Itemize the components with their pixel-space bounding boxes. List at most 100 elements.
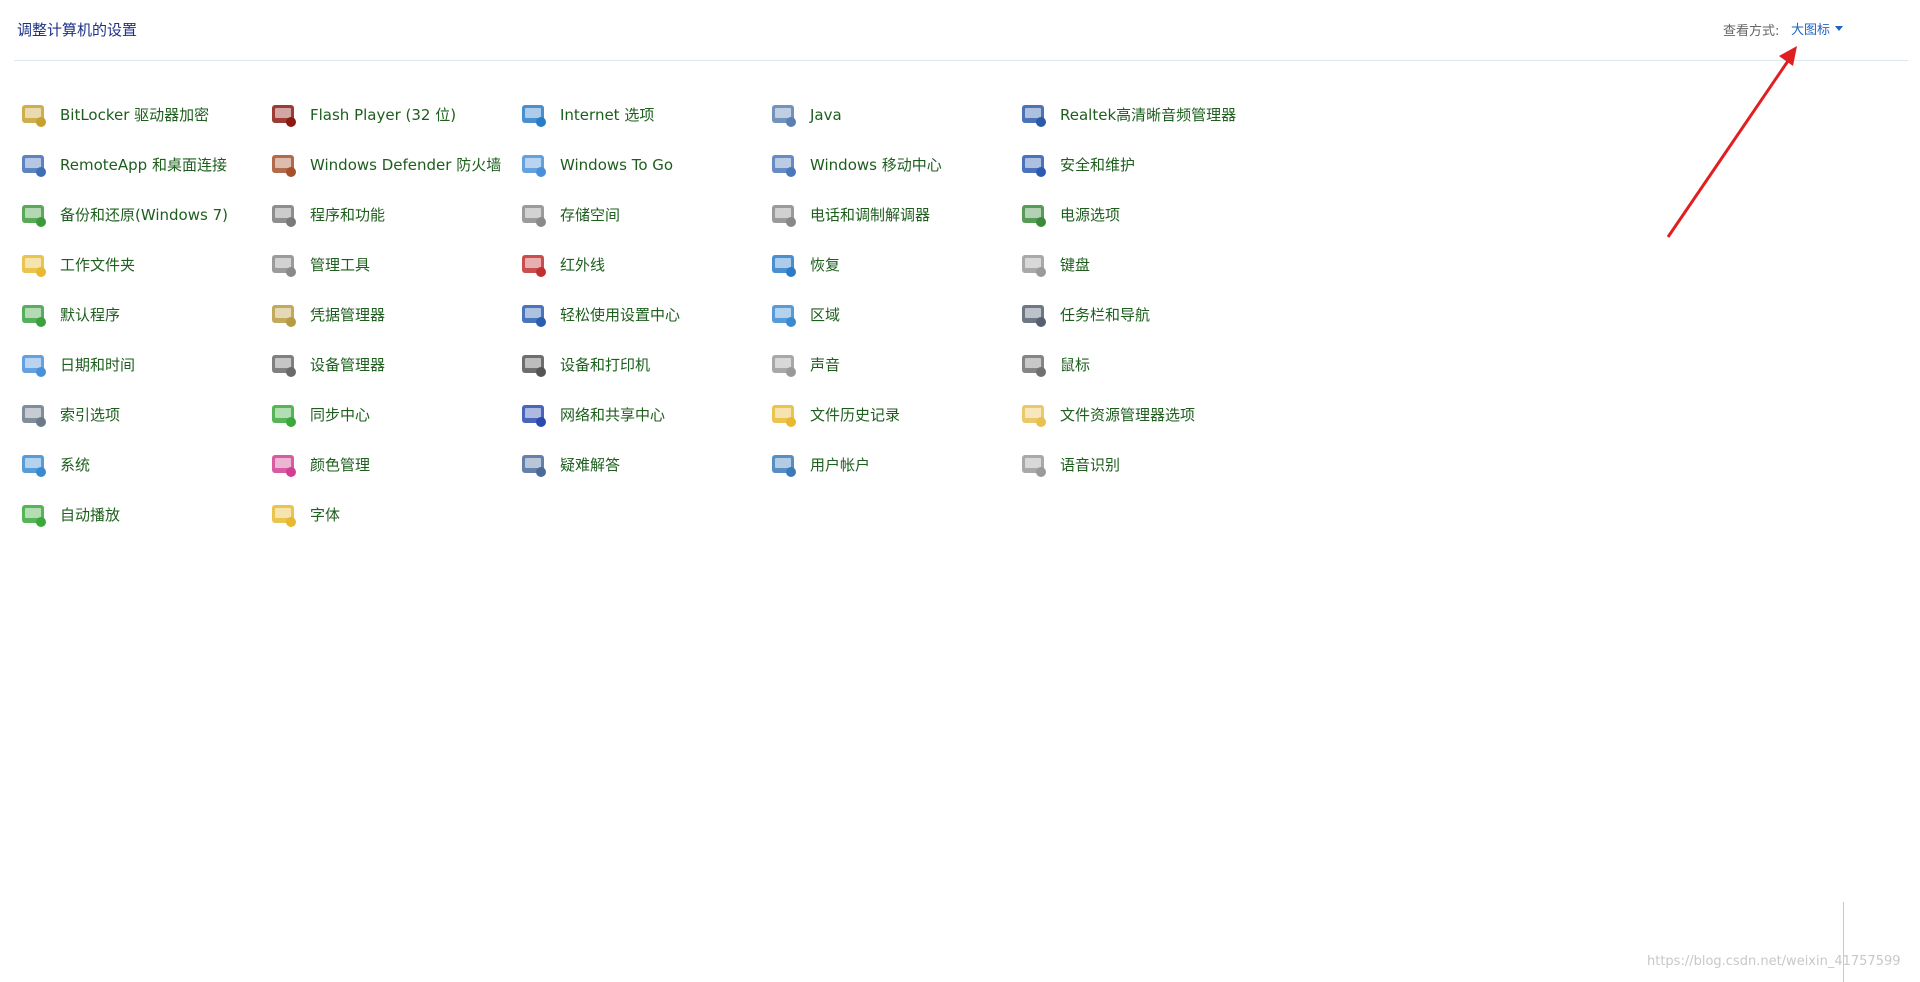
control-panel-item-label[interactable]: 安全和维护	[1060, 155, 1135, 175]
programs-icon	[268, 199, 300, 231]
control-panel-item[interactable]: Flash Player (32 位)	[268, 90, 518, 140]
control-panel-item-label[interactable]: 轻松使用设置中心	[560, 305, 680, 325]
date-time-icon	[18, 349, 50, 381]
ease-of-access-icon	[518, 299, 550, 331]
control-panel-item-label[interactable]: 设备管理器	[310, 355, 385, 375]
watermark-text: https://blog.csdn.net/weixin_41757599	[1647, 954, 1901, 969]
control-panel-item-label[interactable]: Windows Defender 防火墙	[310, 155, 501, 175]
control-panel-item[interactable]: BitLocker 驱动器加密	[18, 90, 268, 140]
control-panel-item-label[interactable]: 区域	[810, 305, 840, 325]
mobility-center-icon	[768, 149, 800, 181]
control-panel-item[interactable]: 区域	[768, 290, 1018, 340]
control-panel-item[interactable]: 凭据管理器	[268, 290, 518, 340]
control-panel-item-label[interactable]: 疑难解答	[560, 455, 620, 475]
control-panel-item[interactable]: 安全和维护	[1018, 140, 1268, 190]
fonts-icon	[268, 499, 300, 531]
control-panel-item-label[interactable]: 用户帐户	[810, 455, 870, 475]
control-panel-item-label[interactable]: Internet 选项	[560, 105, 654, 125]
control-panel-item-label[interactable]: 电话和调制解调器	[810, 205, 930, 225]
control-panel-item[interactable]: 备份和还原(Windows 7)	[18, 190, 268, 240]
page-title: 调整计算机的设置	[17, 21, 138, 39]
control-panel-item[interactable]: 声音	[768, 340, 1018, 390]
view-mode-dropdown[interactable]: 大图标	[1791, 19, 1844, 38]
control-panel-item-label[interactable]: 字体	[310, 505, 340, 525]
control-panel-item-label[interactable]: 设备和打印机	[560, 355, 650, 375]
control-panel-item-label[interactable]: 文件历史记录	[810, 405, 900, 425]
control-panel-item[interactable]: Java	[768, 90, 1018, 140]
control-panel-item[interactable]: 鼠标	[1018, 340, 1268, 390]
control-panel-item-label[interactable]: 同步中心	[310, 405, 370, 425]
control-panel-item[interactable]: 恢复	[768, 240, 1018, 290]
control-panel-item-label[interactable]: 程序和功能	[310, 205, 385, 225]
file-history-icon	[768, 399, 800, 431]
control-panel-item-label[interactable]: 颜色管理	[310, 455, 370, 475]
control-panel-item[interactable]: 程序和功能	[268, 190, 518, 240]
control-panel-item[interactable]: 存储空间	[518, 190, 768, 240]
control-panel-item-label[interactable]: 网络和共享中心	[560, 405, 665, 425]
control-panel-item[interactable]: 设备和打印机	[518, 340, 768, 390]
control-panel-item-label[interactable]: 日期和时间	[60, 355, 135, 375]
control-panel-item[interactable]: 电话和调制解调器	[768, 190, 1018, 240]
control-panel-item[interactable]: 网络和共享中心	[518, 390, 768, 440]
control-panel-item[interactable]: 文件资源管理器选项	[1018, 390, 1268, 440]
control-panel-item[interactable]: 字体	[268, 490, 518, 540]
control-panel-item-label[interactable]: 任务栏和导航	[1060, 305, 1150, 325]
control-panel-item[interactable]: 颜色管理	[268, 440, 518, 490]
control-panel-item[interactable]: 自动播放	[18, 490, 268, 540]
user-accounts-icon	[768, 449, 800, 481]
control-panel-item[interactable]: 键盘	[1018, 240, 1268, 290]
control-panel-item[interactable]: 默认程序	[18, 290, 268, 340]
control-panel-item[interactable]: 设备管理器	[268, 340, 518, 390]
control-panel-item-label[interactable]: 电源选项	[1060, 205, 1120, 225]
control-panel-item[interactable]: Internet 选项	[518, 90, 768, 140]
control-panel-item[interactable]: Realtek高清晰音频管理器	[1018, 90, 1268, 140]
control-panel-item-label[interactable]: 系统	[60, 455, 90, 475]
view-mode-value[interactable]: 大图标	[1791, 19, 1830, 38]
control-panel-item[interactable]: 索引选项	[18, 390, 268, 440]
control-panel-item-label[interactable]: 默认程序	[60, 305, 120, 325]
phone-modem-icon	[768, 199, 800, 231]
control-panel-item-label[interactable]: 语音识别	[1060, 455, 1120, 475]
control-panel-item[interactable]: 同步中心	[268, 390, 518, 440]
sync-center-icon	[268, 399, 300, 431]
control-panel-item[interactable]: 文件历史记录	[768, 390, 1018, 440]
control-panel-item[interactable]: Windows 移动中心	[768, 140, 1018, 190]
control-panel-item-label[interactable]: 工作文件夹	[60, 255, 135, 275]
control-panel-item-label[interactable]: 恢复	[810, 255, 840, 275]
control-panel-item[interactable]: 红外线	[518, 240, 768, 290]
control-panel-item[interactable]: 日期和时间	[18, 340, 268, 390]
control-panel-item-label[interactable]: 鼠标	[1060, 355, 1090, 375]
chevron-down-icon[interactable]	[1835, 26, 1844, 31]
control-panel-item-label[interactable]: 红外线	[560, 255, 605, 275]
control-panel-item[interactable]: 电源选项	[1018, 190, 1268, 240]
control-panel-item-label[interactable]: 声音	[810, 355, 840, 375]
control-panel-item-label[interactable]: 自动播放	[60, 505, 120, 525]
control-panel-item-label[interactable]: 文件资源管理器选项	[1060, 405, 1195, 425]
control-panel-item-label[interactable]: BitLocker 驱动器加密	[60, 105, 209, 125]
control-panel-item-label[interactable]: Flash Player (32 位)	[310, 105, 456, 125]
control-panel-item[interactable]: Windows Defender 防火墙	[268, 140, 518, 190]
control-panel-item[interactable]: 工作文件夹	[18, 240, 268, 290]
security-flag-icon	[1018, 149, 1050, 181]
control-panel-item[interactable]: 管理工具	[268, 240, 518, 290]
control-panel-item-label[interactable]: Java	[810, 105, 842, 125]
control-panel-item[interactable]: 疑难解答	[518, 440, 768, 490]
control-panel-item[interactable]: 用户帐户	[768, 440, 1018, 490]
control-panel-item-label[interactable]: 备份和还原(Windows 7)	[60, 205, 228, 225]
network-sharing-icon	[518, 399, 550, 431]
control-panel-item-label[interactable]: Windows To Go	[560, 155, 673, 175]
control-panel-item-label[interactable]: Realtek高清晰音频管理器	[1060, 105, 1236, 125]
control-panel-item-label[interactable]: 存储空间	[560, 205, 620, 225]
control-panel-item-label[interactable]: RemoteApp 和桌面连接	[60, 155, 227, 175]
control-panel-item-label[interactable]: 管理工具	[310, 255, 370, 275]
control-panel-item[interactable]: RemoteApp 和桌面连接	[18, 140, 268, 190]
control-panel-item[interactable]: 任务栏和导航	[1018, 290, 1268, 340]
control-panel-item-label[interactable]: 凭据管理器	[310, 305, 385, 325]
control-panel-item-label[interactable]: 索引选项	[60, 405, 120, 425]
control-panel-item[interactable]: 系统	[18, 440, 268, 490]
control-panel-item-label[interactable]: 键盘	[1060, 255, 1090, 275]
control-panel-item[interactable]: 轻松使用设置中心	[518, 290, 768, 340]
control-panel-item[interactable]: Windows To Go	[518, 140, 768, 190]
control-panel-item[interactable]: 语音识别	[1018, 440, 1268, 490]
control-panel-item-label[interactable]: Windows 移动中心	[810, 155, 942, 175]
